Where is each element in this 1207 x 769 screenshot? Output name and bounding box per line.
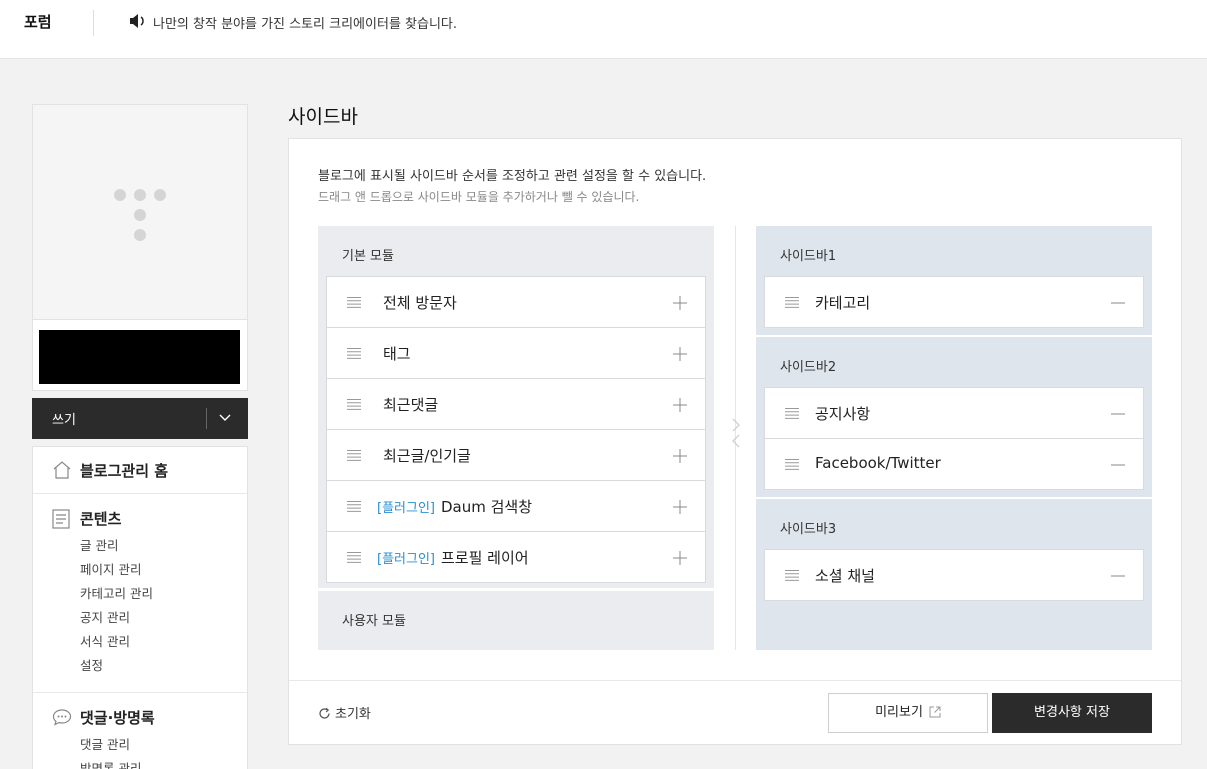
plus-icon[interactable] <box>673 449 687 463</box>
column-title: 기본 모듈 <box>342 249 394 264</box>
speech-bubble-icon <box>52 709 72 726</box>
menu-item-guestbook[interactable]: 방명록 관리 <box>80 761 141 769</box>
minus-icon[interactable] <box>1111 407 1125 421</box>
speaker-icon <box>130 14 144 28</box>
preview-label: 미리보기 <box>875 705 923 720</box>
drag-handle-icon[interactable] <box>347 348 361 359</box>
module-label: 공지사항 <box>815 405 871 423</box>
preview-button[interactable]: 미리보기 <box>828 693 988 733</box>
external-link-icon <box>929 706 941 718</box>
module-item[interactable]: Facebook/Twitter <box>764 438 1144 490</box>
module-item[interactable]: [플러그인] Daum 검색창 <box>326 480 706 532</box>
blog-profile <box>32 104 248 391</box>
divider <box>93 10 94 36</box>
plus-icon[interactable] <box>673 551 687 565</box>
move-arrows-icon <box>732 418 740 448</box>
module-item[interactable]: 공지사항 <box>764 387 1144 439</box>
home-icon <box>53 461 71 479</box>
module-item[interactable]: 최근댓글 <box>326 378 706 430</box>
module-label: 소셜 채널 <box>815 567 875 585</box>
sidebar3-column: 사이드바3 소셜 채널 <box>756 499 1152 650</box>
minus-icon[interactable] <box>1111 569 1125 583</box>
module-label: Facebook/Twitter <box>815 454 941 472</box>
column-title: 사이드바1 <box>780 249 837 264</box>
refresh-icon <box>319 707 330 719</box>
chevron-down-icon[interactable] <box>219 412 231 422</box>
menu-section-contents: 콘텐츠 글 관리 페이지 관리 카테고리 관리 공지 관리 서식 관리 설정 <box>33 494 247 693</box>
plugin-tag: [플러그인] <box>377 501 435 516</box>
column-title: 사이드바3 <box>780 522 837 537</box>
divider <box>206 408 207 429</box>
drag-handle-icon[interactable] <box>785 297 799 308</box>
module-item[interactable]: [플러그인] 프로필 레이어 <box>326 531 706 583</box>
menu-section-title[interactable]: 댓글·방명록 <box>80 707 155 728</box>
drag-handle-icon[interactable] <box>347 297 361 308</box>
column-title: 사이드바2 <box>780 360 837 375</box>
minus-icon[interactable] <box>1111 296 1125 310</box>
save-changes-button[interactable]: 변경사항 저장 <box>992 693 1152 733</box>
module-item[interactable]: 소셜 채널 <box>764 549 1144 601</box>
menu-item-templates[interactable]: 서식 관리 <box>80 634 153 658</box>
module-label: Daum 검색창 <box>440 498 533 516</box>
module-label: 태그 <box>383 345 411 363</box>
module-item[interactable]: 카테고리 <box>764 276 1144 328</box>
description: 블로그에 표시될 사이드바 순서를 조정하고 관련 설정을 할 수 있습니다. <box>318 169 707 184</box>
menu-home[interactable]: 블로그관리 홈 <box>33 447 247 494</box>
blog-thumbnail[interactable] <box>33 105 247 320</box>
plus-icon[interactable] <box>673 347 687 361</box>
panel-footer: 초기화 미리보기 변경사항 저장 <box>289 680 1181 744</box>
sidebar-settings-panel: 블로그에 표시될 사이드바 순서를 조정하고 관련 설정을 할 수 있습니다. … <box>288 138 1182 745</box>
top-bar: 포럼 나만의 창작 분야를 가진 스토리 크리에이터를 찾습니다. <box>0 0 1207 59</box>
drag-handle-icon[interactable] <box>785 459 799 470</box>
document-icon <box>52 509 70 529</box>
user-modules-column: 사용자 모듈 <box>318 591 714 650</box>
drag-handle-icon[interactable] <box>347 399 361 410</box>
blog-name-banner <box>39 330 240 384</box>
module-item[interactable]: 전체 방문자 <box>326 276 706 328</box>
menu-item-comments[interactable]: 댓글 관리 <box>80 737 141 761</box>
drag-handle-icon[interactable] <box>785 408 799 419</box>
menu-item-posts[interactable]: 글 관리 <box>80 538 153 562</box>
notice-text[interactable]: 나만의 창작 분야를 가진 스토리 크리에이터를 찾습니다. <box>153 13 457 32</box>
menu-home-label: 블로그관리 홈 <box>80 462 169 480</box>
minus-icon[interactable] <box>1111 458 1125 472</box>
write-label: 쓰기 <box>52 413 76 428</box>
column-title: 사용자 모듈 <box>342 614 406 629</box>
description-hint: 드래그 앤 드롭으로 사이드바 모듈을 추가하거나 뺄 수 있습니다. <box>318 190 640 204</box>
menu-section-comments: 댓글·방명록 댓글 관리 방명록 관리 <box>33 693 247 769</box>
menu-item-categories[interactable]: 카테고리 관리 <box>80 586 153 610</box>
module-item[interactable]: 태그 <box>326 327 706 379</box>
module-label: 최근댓글 <box>383 396 439 414</box>
menu-item-notices[interactable]: 공지 관리 <box>80 610 153 634</box>
module-item[interactable]: 최근글/인기글 <box>326 429 706 481</box>
tistory-logo-icon <box>114 189 166 241</box>
menu-item-settings[interactable]: 설정 <box>80 658 153 682</box>
sidebar1-column: 사이드바1 카테고리 <box>756 226 1152 335</box>
page-title: 사이드바 <box>288 106 358 128</box>
write-button[interactable]: 쓰기 <box>32 398 248 439</box>
reset-label: 초기화 <box>335 707 371 722</box>
module-label: 프로필 레이어 <box>440 549 529 567</box>
plus-icon[interactable] <box>673 398 687 412</box>
menu-section-title[interactable]: 콘텐츠 <box>80 508 121 529</box>
forum-brand[interactable]: 포럼 <box>24 11 52 32</box>
sidebar2-column: 사이드바2 공지사항 Facebook/Twitter <box>756 337 1152 497</box>
drag-handle-icon[interactable] <box>347 552 361 563</box>
basic-modules-column: 기본 모듈 전체 방문자 태그 최근댓글 최근글/인기글 [플러그인] Daum … <box>318 226 714 588</box>
module-label: 카테고리 <box>815 294 871 312</box>
admin-menu: 블로그관리 홈 콘텐츠 글 관리 페이지 관리 카테고리 관리 공지 관리 서식… <box>32 446 248 769</box>
module-label: 최근글/인기글 <box>383 447 471 465</box>
drag-handle-icon[interactable] <box>347 450 361 461</box>
plugin-tag: [플러그인] <box>377 552 435 567</box>
plus-icon[interactable] <box>673 296 687 310</box>
drag-handle-icon[interactable] <box>347 501 361 512</box>
module-label: 전체 방문자 <box>383 294 457 312</box>
drag-handle-icon[interactable] <box>785 570 799 581</box>
menu-item-pages[interactable]: 페이지 관리 <box>80 562 153 586</box>
reset-button[interactable]: 초기화 <box>318 703 371 722</box>
plus-icon[interactable] <box>673 500 687 514</box>
